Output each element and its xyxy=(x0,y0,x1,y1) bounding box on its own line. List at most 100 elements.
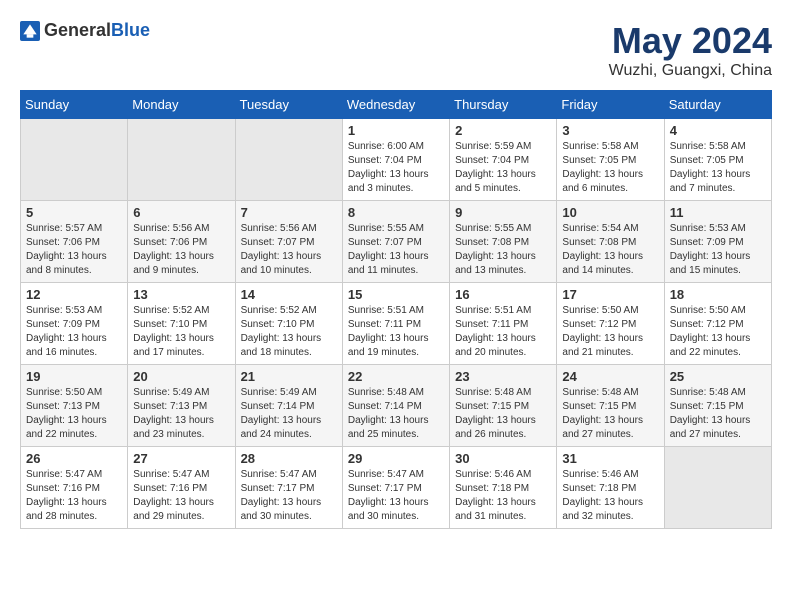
day-info: Sunrise: 5:47 AMSunset: 7:16 PMDaylight:… xyxy=(133,468,229,524)
weekday-header-tuesday: Tuesday xyxy=(235,91,342,119)
calendar-cell: 28Sunrise: 5:47 AMSunset: 7:17 PMDayligh… xyxy=(235,447,342,529)
day-info: Sunrise: 5:46 AMSunset: 7:18 PMDaylight:… xyxy=(455,468,551,524)
day-info: Sunrise: 5:52 AMSunset: 7:10 PMDaylight:… xyxy=(241,304,337,360)
calendar-cell xyxy=(235,119,342,201)
day-info: Sunrise: 5:50 AMSunset: 7:12 PMDaylight:… xyxy=(670,304,766,360)
calendar-cell: 30 Sunrise: 5:46 AMSunset: 7:18 PMDayligh… xyxy=(450,447,557,529)
page-header: GeneralBlue May 2024 Wuzhi, Guangxi, Chi… xyxy=(20,20,772,80)
calendar-cell: 4Sunrise: 5:58 AMSunset: 7:05 PMDaylight… xyxy=(664,119,771,201)
weekday-header-sunday: Sunday xyxy=(21,91,128,119)
calendar-cell: 29 Sunrise: 5:47 AMSunset: 7:17 PMDayligh… xyxy=(342,447,449,529)
day-number: 22 xyxy=(348,369,444,384)
day-info: Sunrise: 5:53 AMSunset: 7:09 PMDaylight:… xyxy=(26,304,122,360)
calendar-cell: 26 Sunrise: 5:47 AMSunset: 7:16 PMDayligh… xyxy=(21,447,128,529)
calendar-cell: 21 Sunrise: 5:49 AMSunset: 7:14 PMDayligh… xyxy=(235,365,342,447)
calendar-cell: 9Sunrise: 5:55 AMSunset: 7:08 PMDaylight… xyxy=(450,201,557,283)
day-number: 10 xyxy=(562,205,658,220)
calendar-cell: 25Sunrise: 5:48 AMSunset: 7:15 PMDayligh… xyxy=(664,365,771,447)
day-number: 13 xyxy=(133,287,229,302)
weekday-header-thursday: Thursday xyxy=(450,91,557,119)
day-number: 29 xyxy=(348,451,444,466)
day-number: 6 xyxy=(133,205,229,220)
day-number: 3 xyxy=(562,123,658,138)
calendar-cell xyxy=(21,119,128,201)
weekday-header-row: SundayMondayTuesdayWednesdayThursdayFrid… xyxy=(21,91,772,119)
day-number: 8 xyxy=(348,205,444,220)
calendar-cell xyxy=(664,447,771,529)
day-info: Sunrise: 5:51 AMSunset: 7:11 PMDaylight:… xyxy=(455,304,551,360)
day-number: 15 xyxy=(348,287,444,302)
day-number: 27 xyxy=(133,451,229,466)
day-number: 30 xyxy=(455,451,551,466)
calendar-week-row: 19 Sunrise: 5:50 AMSunset: 7:13 PMDayligh… xyxy=(21,365,772,447)
calendar-week-row: 5Sunrise: 5:57 AMSunset: 7:06 PMDaylight… xyxy=(21,201,772,283)
day-number: 19 xyxy=(26,369,122,384)
calendar-week-row: 1 Sunrise: 6:00 AMSunset: 7:04 PMDaylight… xyxy=(21,119,772,201)
day-number: 31 xyxy=(562,451,658,466)
weekday-header-wednesday: Wednesday xyxy=(342,91,449,119)
logo-blue-text: Blue xyxy=(111,20,150,40)
calendar-cell xyxy=(128,119,235,201)
day-info: Sunrise: 5:58 AMSunset: 7:05 PMDaylight:… xyxy=(562,140,658,196)
day-number: 17 xyxy=(562,287,658,302)
day-number: 16 xyxy=(455,287,551,302)
calendar-cell: 10 Sunrise: 5:54 AMSunset: 7:08 PMDayligh… xyxy=(557,201,664,283)
calendar-cell: 18Sunrise: 5:50 AMSunset: 7:12 PMDayligh… xyxy=(664,283,771,365)
calendar-cell: 20Sunrise: 5:49 AMSunset: 7:13 PMDayligh… xyxy=(128,365,235,447)
calendar-table: SundayMondayTuesdayWednesdayThursdayFrid… xyxy=(20,90,772,529)
calendar-cell: 23 Sunrise: 5:48 AMSunset: 7:15 PMDayligh… xyxy=(450,365,557,447)
day-info: Sunrise: 5:47 AMSunset: 7:17 PMDaylight:… xyxy=(348,468,444,524)
day-number: 25 xyxy=(670,369,766,384)
day-number: 21 xyxy=(241,369,337,384)
calendar-cell: 6 Sunrise: 5:56 AMSunset: 7:06 PMDaylight… xyxy=(128,201,235,283)
calendar-cell: 13Sunrise: 5:52 AMSunset: 7:10 PMDayligh… xyxy=(128,283,235,365)
calendar-cell: 2Sunrise: 5:59 AMSunset: 7:04 PMDaylight… xyxy=(450,119,557,201)
calendar-cell: 16 Sunrise: 5:51 AMSunset: 7:11 PMDayligh… xyxy=(450,283,557,365)
day-number: 1 xyxy=(348,123,444,138)
day-info: Sunrise: 5:50 AMSunset: 7:13 PMDaylight:… xyxy=(26,386,122,442)
day-info: Sunrise: 5:47 AMSunset: 7:16 PMDaylight:… xyxy=(26,468,122,524)
day-info: Sunrise: 5:54 AMSunset: 7:08 PMDaylight:… xyxy=(562,222,658,278)
calendar-cell: 14Sunrise: 5:52 AMSunset: 7:10 PMDayligh… xyxy=(235,283,342,365)
month-title: May 2024 xyxy=(609,20,772,62)
day-info: Sunrise: 5:46 AMSunset: 7:18 PMDaylight:… xyxy=(562,468,658,524)
day-info: Sunrise: 5:49 AMSunset: 7:14 PMDaylight:… xyxy=(241,386,337,442)
weekday-header-friday: Friday xyxy=(557,91,664,119)
location-title: Wuzhi, Guangxi, China xyxy=(609,62,772,80)
calendar-cell: 12 Sunrise: 5:53 AMSunset: 7:09 PMDayligh… xyxy=(21,283,128,365)
calendar-week-row: 26 Sunrise: 5:47 AMSunset: 7:16 PMDayligh… xyxy=(21,447,772,529)
day-number: 23 xyxy=(455,369,551,384)
calendar-cell: 1 Sunrise: 6:00 AMSunset: 7:04 PMDaylight… xyxy=(342,119,449,201)
day-info: Sunrise: 5:56 AMSunset: 7:06 PMDaylight:… xyxy=(133,222,229,278)
day-info: Sunrise: 5:56 AMSunset: 7:07 PMDaylight:… xyxy=(241,222,337,278)
day-number: 11 xyxy=(670,205,766,220)
weekday-header-saturday: Saturday xyxy=(664,91,771,119)
day-number: 28 xyxy=(241,451,337,466)
title-area: May 2024 Wuzhi, Guangxi, China xyxy=(609,20,772,80)
calendar-cell: 22Sunrise: 5:48 AMSunset: 7:14 PMDayligh… xyxy=(342,365,449,447)
day-info: Sunrise: 5:48 AMSunset: 7:15 PMDaylight:… xyxy=(455,386,551,442)
logo: GeneralBlue xyxy=(20,20,150,41)
calendar-week-row: 12 Sunrise: 5:53 AMSunset: 7:09 PMDayligh… xyxy=(21,283,772,365)
day-number: 5 xyxy=(26,205,122,220)
day-info: Sunrise: 5:50 AMSunset: 7:12 PMDaylight:… xyxy=(562,304,658,360)
logo-general-text: General xyxy=(44,20,111,40)
day-number: 12 xyxy=(26,287,122,302)
calendar-cell: 7 Sunrise: 5:56 AMSunset: 7:07 PMDaylight… xyxy=(235,201,342,283)
calendar-cell: 19 Sunrise: 5:50 AMSunset: 7:13 PMDayligh… xyxy=(21,365,128,447)
calendar-cell: 27 Sunrise: 5:47 AMSunset: 7:16 PMDayligh… xyxy=(128,447,235,529)
day-number: 4 xyxy=(670,123,766,138)
calendar-cell: 31 Sunrise: 5:46 AMSunset: 7:18 PMDayligh… xyxy=(557,447,664,529)
day-info: Sunrise: 6:00 AMSunset: 7:04 PMDaylight:… xyxy=(348,140,444,196)
calendar-cell: 15 Sunrise: 5:51 AMSunset: 7:11 PMDayligh… xyxy=(342,283,449,365)
day-number: 26 xyxy=(26,451,122,466)
day-info: Sunrise: 5:59 AMSunset: 7:04 PMDaylight:… xyxy=(455,140,551,196)
day-number: 7 xyxy=(241,205,337,220)
day-info: Sunrise: 5:51 AMSunset: 7:11 PMDaylight:… xyxy=(348,304,444,360)
day-info: Sunrise: 5:48 AMSunset: 7:15 PMDaylight:… xyxy=(562,386,658,442)
weekday-header-monday: Monday xyxy=(128,91,235,119)
calendar-cell: 5Sunrise: 5:57 AMSunset: 7:06 PMDaylight… xyxy=(21,201,128,283)
calendar-cell: 11Sunrise: 5:53 AMSunset: 7:09 PMDayligh… xyxy=(664,201,771,283)
day-info: Sunrise: 5:55 AMSunset: 7:08 PMDaylight:… xyxy=(455,222,551,278)
day-info: Sunrise: 5:55 AMSunset: 7:07 PMDaylight:… xyxy=(348,222,444,278)
